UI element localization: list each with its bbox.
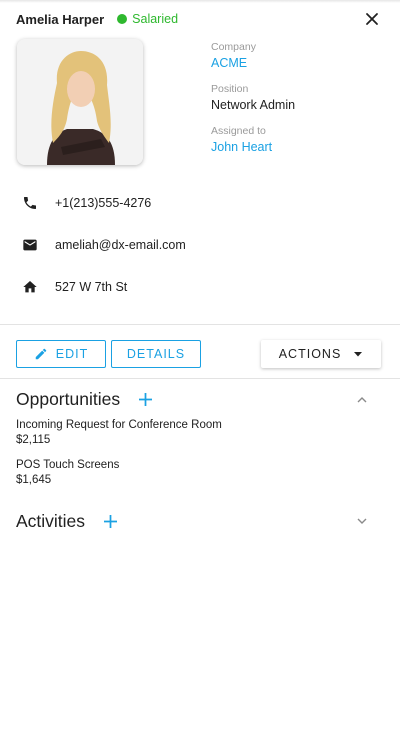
chevron-down-icon — [357, 518, 367, 524]
contact-photo — [17, 39, 143, 165]
email-row: ameliah@dx-email.com — [22, 235, 186, 255]
close-icon — [366, 13, 378, 25]
assigned-label: Assigned to — [211, 125, 266, 137]
opportunities-title: Opportunities — [16, 388, 121, 409]
portrait-image — [17, 39, 143, 165]
add-opportunity-button[interactable] — [136, 390, 154, 408]
phone-row: +1(213)555-4276 — [22, 193, 151, 213]
plus-icon — [103, 514, 117, 528]
collapse-opportunities-button[interactable] — [354, 391, 370, 407]
company-field: Company ACME — [211, 41, 256, 71]
add-activity-button[interactable] — [101, 512, 119, 530]
position-value: Network Admin — [211, 98, 296, 112]
status-badge: Salaried — [117, 12, 178, 26]
status-dot-icon — [117, 14, 128, 24]
address-row: 527 W 7th St — [22, 277, 127, 297]
status-text: Salaried — [132, 12, 179, 26]
opportunity-amount: $2,115 — [16, 434, 51, 446]
edit-button[interactable]: EDIT — [16, 340, 106, 368]
divider-top — [0, 324, 400, 325]
phone-text[interactable]: +1(213)555-4276 — [55, 196, 151, 210]
mail-icon — [22, 237, 38, 253]
contact-header: Amelia Harper Salaried — [16, 11, 384, 27]
close-button[interactable] — [360, 7, 384, 31]
phone-icon — [22, 195, 38, 211]
caret-down-icon — [354, 352, 363, 357]
opportunity-amount: $1,645 — [16, 474, 52, 486]
pencil-icon — [35, 348, 47, 360]
assigned-link[interactable]: John Heart — [211, 139, 272, 155]
opportunity-item[interactable]: Incoming Request for Conference Room $2,… — [16, 418, 222, 448]
actions-label: ACTIONS — [278, 347, 342, 361]
divider-bottom — [0, 378, 400, 379]
contact-name: Amelia Harper — [16, 11, 105, 27]
position-label: Position — [211, 83, 249, 95]
assigned-field: Assigned to John Heart — [211, 125, 272, 155]
details-button[interactable]: DETAILS — [111, 340, 201, 368]
edit-label: EDIT — [55, 347, 89, 361]
opportunity-name: Incoming Request for Conference Room — [16, 419, 222, 431]
opportunity-item[interactable]: POS Touch Screens $1,645 — [16, 458, 119, 488]
plus-icon — [138, 392, 152, 406]
company-link[interactable]: ACME — [211, 55, 256, 71]
activities-title: Activities — [16, 510, 86, 531]
position-field: Position Network Admin — [211, 83, 295, 113]
expand-activities-button[interactable] — [354, 513, 370, 529]
actions-dropdown-button[interactable]: ACTIONS — [261, 340, 381, 368]
home-icon — [22, 279, 38, 295]
top-shadow — [0, 0, 400, 3]
opportunity-name: POS Touch Screens — [16, 459, 120, 471]
company-label: Company — [211, 41, 256, 53]
opportunities-header: Opportunities — [16, 387, 384, 411]
address-text: 527 W 7th St — [55, 280, 128, 294]
email-text[interactable]: ameliah@dx-email.com — [55, 238, 186, 252]
activities-header: Activities — [16, 509, 384, 533]
chevron-up-icon — [357, 396, 367, 402]
details-label: DETAILS — [126, 347, 186, 361]
